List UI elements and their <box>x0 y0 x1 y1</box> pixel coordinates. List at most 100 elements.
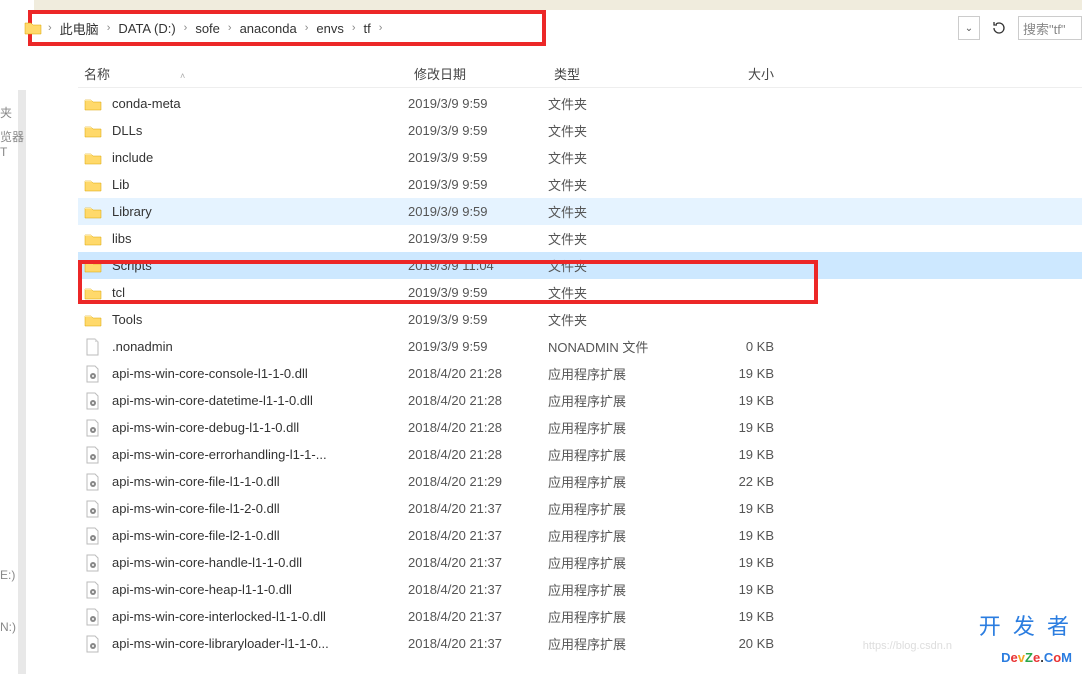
dll-file-icon <box>84 419 102 437</box>
file-date: 2019/3/9 11:04 <box>408 258 548 273</box>
file-row[interactable]: api-ms-win-core-errorhandling-l1-1-...20… <box>78 441 1082 468</box>
file-type: 应用程序扩展 <box>548 607 708 626</box>
column-name[interactable]: 名称˄ <box>78 64 408 83</box>
address-dropdown[interactable]: ⌄ <box>958 16 980 40</box>
file-size: 19 KB <box>708 555 788 570</box>
file-row[interactable]: api-ms-win-core-debug-l1-1-0.dll2018/4/2… <box>78 414 1082 441</box>
file-date: 2018/4/20 21:37 <box>408 609 548 624</box>
file-date: 2019/3/9 9:59 <box>408 177 548 192</box>
file-date: 2018/4/20 21:37 <box>408 555 548 570</box>
dll-file-icon <box>84 500 102 518</box>
file-date: 2018/4/20 21:37 <box>408 528 548 543</box>
column-date[interactable]: 修改日期 <box>408 64 548 83</box>
file-type: 应用程序扩展 <box>548 634 708 653</box>
file-row[interactable]: include2019/3/9 9:59文件夹 <box>78 144 1082 171</box>
left-label: 夹 <box>0 104 12 121</box>
left-label: E:) <box>0 568 15 582</box>
file-type: 文件夹 <box>548 94 708 113</box>
file-row[interactable]: api-ms-win-core-handle-l1-1-0.dll2018/4/… <box>78 549 1082 576</box>
file-list: conda-meta2019/3/9 9:59文件夹DLLs2019/3/9 9… <box>78 90 1082 657</box>
file-date: 2018/4/20 21:37 <box>408 501 548 516</box>
column-type[interactable]: 类型 <box>548 64 708 83</box>
chevron-right-icon[interactable]: › <box>105 22 113 34</box>
file-name: api-ms-win-core-libraryloader-l1-1-0... <box>112 636 408 651</box>
file-date: 2018/4/20 21:28 <box>408 447 548 462</box>
file-row[interactable]: api-ms-win-core-interlocked-l1-1-0.dll20… <box>78 603 1082 630</box>
refresh-button[interactable] <box>986 16 1012 40</box>
file-name: Tools <box>112 312 408 327</box>
file-row[interactable]: api-ms-win-core-file-l2-1-0.dll2018/4/20… <box>78 522 1082 549</box>
folder-icon <box>84 149 102 167</box>
file-row[interactable]: tcl2019/3/9 9:59文件夹 <box>78 279 1082 306</box>
file-row[interactable]: api-ms-win-core-heap-l1-1-0.dll2018/4/20… <box>78 576 1082 603</box>
breadcrumb-item[interactable]: tf <box>358 18 377 39</box>
file-type: 应用程序扩展 <box>548 526 708 545</box>
file-size: 19 KB <box>708 609 788 624</box>
breadcrumb-item[interactable]: envs <box>310 18 349 39</box>
dll-file-icon <box>84 554 102 572</box>
file-row[interactable]: conda-meta2019/3/9 9:59文件夹 <box>78 90 1082 117</box>
chevron-right-icon[interactable]: › <box>226 22 234 34</box>
file-date: 2018/4/20 21:37 <box>408 636 548 651</box>
file-type: 文件夹 <box>548 283 708 302</box>
breadcrumb-item[interactable]: sofe <box>189 18 226 39</box>
file-size: 19 KB <box>708 528 788 543</box>
file-size: 19 KB <box>708 501 788 516</box>
chevron-right-icon[interactable]: › <box>377 22 385 34</box>
chevron-right-icon[interactable]: › <box>182 22 190 34</box>
file-row[interactable]: Scripts2019/3/9 11:04文件夹 <box>78 252 1082 279</box>
file-type: 应用程序扩展 <box>548 499 708 518</box>
chevron-right-icon[interactable]: › <box>303 22 311 34</box>
chevron-right-icon[interactable]: › <box>46 22 54 34</box>
file-row[interactable]: api-ms-win-core-console-l1-1-0.dll2018/4… <box>78 360 1082 387</box>
breadcrumb-item[interactable]: 此电脑 <box>54 16 105 41</box>
file-row[interactable]: api-ms-win-core-datetime-l1-1-0.dll2018/… <box>78 387 1082 414</box>
file-row[interactable]: api-ms-win-core-file-l1-2-0.dll2018/4/20… <box>78 495 1082 522</box>
dll-file-icon <box>84 608 102 626</box>
file-name: api-ms-win-core-file-l2-1-0.dll <box>112 528 408 543</box>
chevron-right-icon[interactable]: › <box>350 22 358 34</box>
file-type: 应用程序扩展 <box>548 553 708 572</box>
file-row[interactable]: Tools2019/3/9 9:59文件夹 <box>78 306 1082 333</box>
file-size: 0 KB <box>708 339 788 354</box>
column-size[interactable]: 大小 <box>708 64 788 83</box>
file-name: api-ms-win-core-debug-l1-1-0.dll <box>112 420 408 435</box>
left-label: N:) <box>0 620 16 634</box>
file-type: 文件夹 <box>548 148 708 167</box>
file-size: 20 KB <box>708 636 788 651</box>
file-type: 文件夹 <box>548 202 708 221</box>
file-size: 19 KB <box>708 366 788 381</box>
file-row[interactable]: .nonadmin2019/3/9 9:59NONADMIN 文件0 KB <box>78 333 1082 360</box>
address-bar[interactable]: › 此电脑 › DATA (D:) › sofe › anaconda › en… <box>18 10 384 46</box>
file-name: Library <box>112 204 408 219</box>
file-size: 19 KB <box>708 582 788 597</box>
watermark-url: https://blog.csdn.n <box>863 640 952 652</box>
breadcrumb-item[interactable]: anaconda <box>234 18 303 39</box>
search-input[interactable]: 搜索"tf" <box>1018 16 1082 40</box>
file-date: 2018/4/20 21:37 <box>408 582 548 597</box>
folder-icon <box>84 257 102 275</box>
file-row[interactable]: Library2019/3/9 9:59文件夹 <box>78 198 1082 225</box>
file-type: 应用程序扩展 <box>548 418 708 437</box>
file-date: 2019/3/9 9:59 <box>408 204 548 219</box>
file-name: .nonadmin <box>112 339 408 354</box>
file-name: libs <box>112 231 408 246</box>
file-date: 2019/3/9 9:59 <box>408 339 548 354</box>
file-name: api-ms-win-core-errorhandling-l1-1-... <box>112 447 408 462</box>
file-row[interactable]: DLLs2019/3/9 9:59文件夹 <box>78 117 1082 144</box>
file-row[interactable]: Lib2019/3/9 9:59文件夹 <box>78 171 1082 198</box>
breadcrumb-item[interactable]: DATA (D:) <box>112 18 181 39</box>
folder-icon <box>84 203 102 221</box>
dll-file-icon <box>84 635 102 653</box>
file-name: Scripts <box>112 258 408 273</box>
file-name: api-ms-win-core-interlocked-l1-1-0.dll <box>112 609 408 624</box>
file-date: 2018/4/20 21:28 <box>408 366 548 381</box>
file-name: include <box>112 150 408 165</box>
file-row[interactable]: api-ms-win-core-file-l1-1-0.dll2018/4/20… <box>78 468 1082 495</box>
file-size: 22 KB <box>708 474 788 489</box>
folder-icon <box>84 230 102 248</box>
file-name: Lib <box>112 177 408 192</box>
file-date: 2019/3/9 9:59 <box>408 96 548 111</box>
file-row[interactable]: libs2019/3/9 9:59文件夹 <box>78 225 1082 252</box>
file-size: 19 KB <box>708 393 788 408</box>
